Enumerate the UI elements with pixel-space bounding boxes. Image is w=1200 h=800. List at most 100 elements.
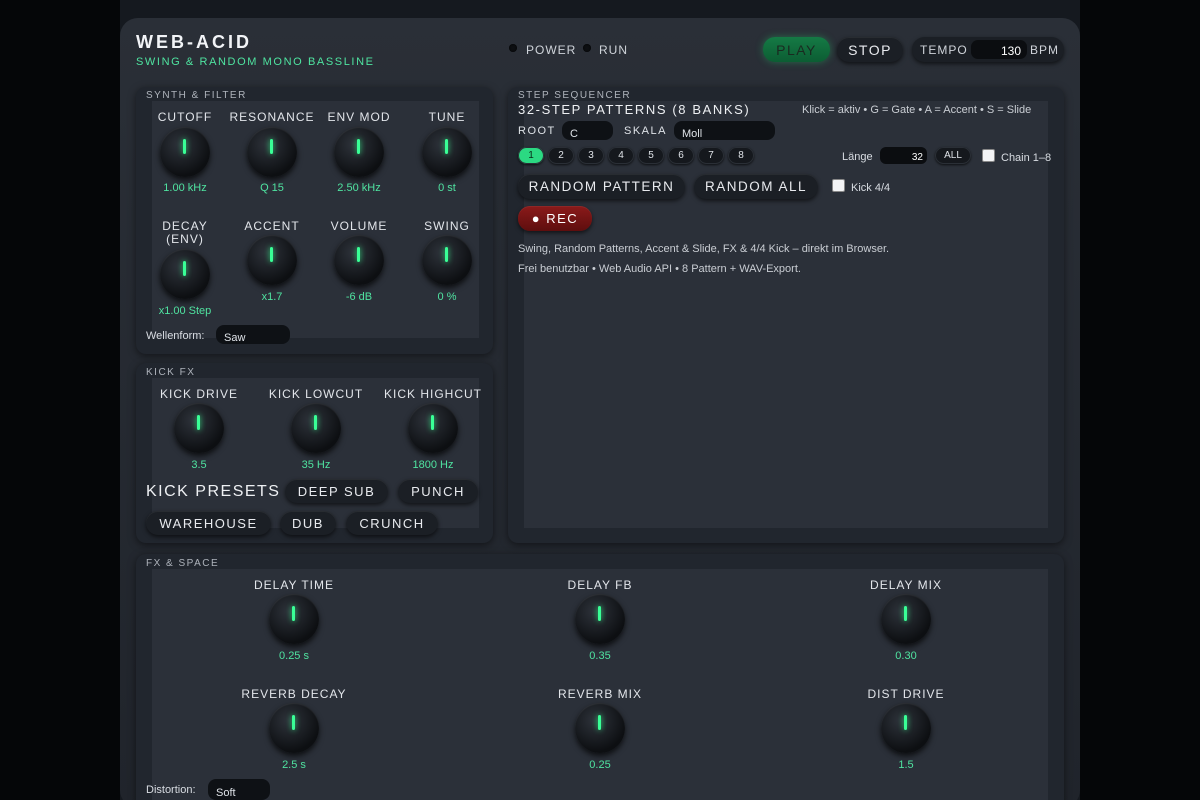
env-mod-knob[interactable] <box>334 127 384 177</box>
power-label: POWER <box>526 43 577 57</box>
app-subtitle: SWING & RANDOM MONO BASSLINE <box>136 56 375 68</box>
kick-drive-value: 3.5 <box>191 459 207 471</box>
env-mod-value: 2.50 kHz <box>337 182 381 194</box>
preset-crunch-button[interactable]: CRUNCH <box>346 511 438 535</box>
distortion-label: Distortion: <box>146 784 196 796</box>
kick-highcut-knob[interactable] <box>408 403 458 453</box>
volume-value: -6 dB <box>345 291 373 303</box>
reverb-mix-knob[interactable] <box>575 703 625 753</box>
sequencer-section-label: STEP SEQUENCER <box>518 90 632 101</box>
cutoff-value: 1.00 kHz <box>163 182 207 194</box>
bank-7-button[interactable]: 7 <box>698 147 724 164</box>
fx-section-label: FX & SPACE <box>146 558 220 569</box>
preset-deep-sub-button[interactable]: DEEP SUB <box>285 479 388 503</box>
reverb-mix-label: REVERB MIX <box>557 687 642 701</box>
reverb-decay-knob[interactable] <box>269 703 319 753</box>
kick-lowcut-value: 35 Hz <box>301 459 331 471</box>
kick-lowcut-knob[interactable] <box>291 403 341 453</box>
all-button[interactable]: ALL <box>935 147 971 164</box>
waveform-label: Wellenform: <box>146 330 205 342</box>
preset-warehouse-button[interactable]: WAREHOUSE <box>146 511 271 535</box>
kick-lowcut-label: KICK LOWCUT <box>268 387 364 401</box>
dist-drive-knob[interactable] <box>881 703 931 753</box>
kick-highcut-label: KICK HIGHCUT <box>383 387 482 401</box>
decay-label-sub: (ENV) <box>166 232 204 246</box>
app-title: WEB-ACID <box>136 32 252 52</box>
bank-2-button[interactable]: 2 <box>548 147 574 164</box>
rec-button[interactable]: ● REC <box>518 206 592 231</box>
sequencer-hint: Klick = aktiv • G = Gate • A = Accent • … <box>802 104 1032 116</box>
decay-knob[interactable] <box>160 249 210 299</box>
bank-1-button[interactable]: 1 <box>518 147 544 164</box>
tune-value: 0 st <box>438 182 456 194</box>
kick-section-label: KICK FX <box>146 367 196 378</box>
delay-fb-knob[interactable] <box>575 594 625 644</box>
waveform-select[interactable]: Saw <box>216 325 290 344</box>
run-led <box>583 44 591 52</box>
volume-label: VOLUME <box>330 219 388 233</box>
delay-time-label: DELAY TIME <box>253 578 335 592</box>
delay-mix-label: DELAY MIX <box>870 578 942 592</box>
random-all-button[interactable]: RANDOM ALL <box>694 174 818 199</box>
chain-label: Chain 1–8 <box>1001 152 1052 164</box>
swing-knob[interactable] <box>422 235 472 285</box>
preset-dub-button[interactable]: DUB <box>280 511 336 535</box>
bank-6-button[interactable]: 6 <box>668 147 694 164</box>
env-mod-label: ENV MOD <box>327 110 391 124</box>
resonance-knob[interactable] <box>247 127 297 177</box>
stop-button[interactable]: STOP <box>837 37 903 62</box>
reverb-decay-label: REVERB DECAY <box>241 687 347 701</box>
delay-time-value: 0.25 s <box>279 650 309 662</box>
accent-knob[interactable] <box>247 235 297 285</box>
sequencer-panel-inner <box>524 101 1048 528</box>
tune-label: TUNE <box>428 110 466 124</box>
delay-mix-value: 0.30 <box>895 650 917 662</box>
root-select[interactable]: C <box>562 121 613 140</box>
tune-knob[interactable] <box>422 127 472 177</box>
delay-mix-knob[interactable] <box>881 594 931 644</box>
length-input[interactable]: 32 <box>880 147 927 164</box>
power-led <box>509 44 517 52</box>
kick-drive-knob[interactable] <box>174 403 224 453</box>
kick44-label: Kick 4/4 <box>851 182 891 194</box>
run-label: RUN <box>599 43 628 57</box>
length-label: Länge <box>842 151 873 163</box>
resonance-label: RESONANCE <box>229 110 315 124</box>
scale-select[interactable]: Moll <box>674 121 775 140</box>
info-line-2: Frei benutzbar • Web Audio API • 8 Patte… <box>518 263 801 275</box>
decay-value: x1.00 Step <box>158 305 212 317</box>
bank-4-button[interactable]: 4 <box>608 147 634 164</box>
accent-value: x1.7 <box>261 291 283 303</box>
info-line-1: Swing, Random Patterns, Accent & Slide, … <box>518 243 890 255</box>
delay-fb-value: 0.35 <box>589 650 611 662</box>
scale-label: SKALA <box>624 125 667 137</box>
swing-label: SWING <box>424 219 470 233</box>
kick-drive-label: KICK DRIVE <box>159 387 238 401</box>
reverb-decay-value: 2.5 s <box>282 759 306 771</box>
volume-knob[interactable] <box>334 235 384 285</box>
reverb-mix-value: 0.25 <box>589 759 611 771</box>
delay-fb-label: DELAY FB <box>567 578 633 592</box>
tempo-label: TEMPO <box>920 43 968 57</box>
kick44-checkbox[interactable] <box>832 179 845 192</box>
bank-8-button[interactable]: 8 <box>728 147 754 164</box>
bank-5-button[interactable]: 5 <box>638 147 664 164</box>
sequencer-heading: 32-STEP PATTERNS (8 BANKS) <box>518 102 751 117</box>
distortion-select[interactable]: Soft <box>208 779 270 800</box>
synth-section-label: SYNTH & FILTER <box>146 90 247 101</box>
random-pattern-button[interactable]: RANDOM PATTERN <box>518 174 685 199</box>
bpm-label: BPM <box>1030 43 1060 57</box>
chain-checkbox[interactable] <box>982 149 995 162</box>
tempo-input[interactable]: 130 <box>971 40 1027 59</box>
cutoff-label: CUTOFF <box>157 110 213 124</box>
root-label: ROOT <box>518 125 556 137</box>
swing-value: 0 % <box>437 291 457 303</box>
cutoff-knob[interactable] <box>160 127 210 177</box>
bank-3-button[interactable]: 3 <box>578 147 604 164</box>
delay-time-knob[interactable] <box>269 594 319 644</box>
preset-punch-button[interactable]: PUNCH <box>398 479 478 503</box>
kick-highcut-value: 1800 Hz <box>412 459 454 471</box>
resonance-value: Q 15 <box>260 182 284 194</box>
kick-presets-label: KICK PRESETS <box>146 483 281 500</box>
play-button[interactable]: PLAY <box>763 37 830 62</box>
